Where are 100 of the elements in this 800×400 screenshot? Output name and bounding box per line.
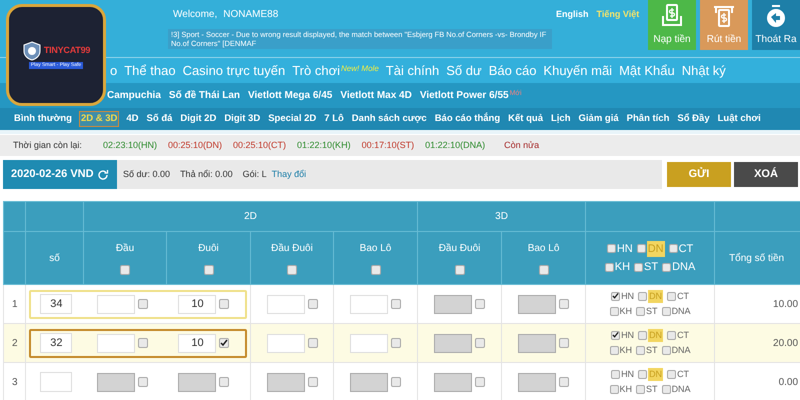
dollar-tray-icon [661, 4, 683, 28]
submit-button[interactable]: GỬI [667, 162, 731, 187]
game-tab[interactable]: Bình thường [13, 112, 73, 126]
checkbox[interactable] [611, 370, 620, 379]
checkbox[interactable] [667, 370, 676, 379]
more-link[interactable]: Còn nửa [504, 138, 540, 152]
game-tab[interactable]: Digit 2D [179, 112, 218, 126]
game-tab[interactable]: Special 2D [267, 112, 318, 126]
game-tab[interactable]: 7 Lô [323, 112, 345, 126]
lottery-link[interactable]: Campuchia [107, 88, 161, 103]
bet-row[interactable]: 3 HN DN CT KH ST DNA 0.00 [4, 362, 800, 400]
checkbox[interactable] [638, 370, 648, 379]
nav-link[interactable]: o [110, 60, 118, 80]
checkbox[interactable] [611, 330, 620, 340]
region-label: DN [648, 368, 664, 381]
checkbox[interactable] [636, 385, 646, 394]
checkbox[interactable] [611, 292, 620, 301]
checkbox[interactable] [610, 346, 619, 356]
nav-link[interactable]: Mật Khẩu [619, 60, 675, 80]
game-tab[interactable]: Báo cáo thắng [434, 112, 502, 126]
checkbox[interactable] [391, 299, 402, 309]
checkbox[interactable] [308, 338, 318, 348]
lottery-link[interactable]: Số đề Thái Lan [168, 88, 240, 103]
checkbox[interactable] [287, 265, 297, 275]
game-tab[interactable]: Luật chơi [716, 112, 762, 126]
dollar-slot-icon [713, 4, 735, 28]
nav-link[interactable]: Tài chính [386, 60, 440, 80]
game-tab[interactable]: Danh sách cược [350, 112, 428, 126]
checkbox[interactable] [662, 307, 671, 316]
nav-link[interactable]: Thể thao [124, 60, 176, 80]
number-field[interactable] [40, 372, 72, 392]
checkbox[interactable] [370, 265, 381, 275]
lottery-link[interactable]: Vietlott Power 6/55$^{Mới}$ [420, 88, 522, 103]
checkbox[interactable] [138, 338, 148, 348]
lottery-link[interactable]: Vietlott Max 4D [340, 88, 412, 103]
region-label: KH [620, 305, 632, 318]
nav-link[interactable]: Nhật ký [682, 60, 726, 80]
column-header: Đầu Đuôi [271, 242, 313, 256]
checkbox[interactable] [138, 299, 148, 309]
region-label: CT [678, 242, 694, 256]
game-tab[interactable]: Kết quả [507, 112, 544, 126]
bet-row[interactable]: 2 32 10 HN DN CT KH ST DNA 20.00 [4, 324, 800, 362]
checkbox[interactable] [120, 265, 130, 275]
game-tab[interactable]: Giảm giá [578, 112, 620, 126]
region-label: ST [646, 383, 658, 396]
checkbox[interactable] [610, 385, 619, 394]
game-tab[interactable]: 4D [125, 112, 140, 126]
nav-link[interactable]: Trò chơi$^{New! Mole}$ [292, 60, 379, 80]
checkbox[interactable] [204, 265, 214, 275]
logout-button[interactable]: Thoát Ra [752, 0, 800, 50]
number-field[interactable]: 32 [40, 333, 72, 353]
withdraw-button[interactable]: Rút tiền [700, 0, 748, 50]
checkbox[interactable] [634, 262, 644, 272]
game-tab[interactable]: Sổ Đầy [676, 112, 711, 126]
checkbox[interactable] [668, 244, 678, 254]
checkbox[interactable] [219, 299, 230, 309]
language-link[interactable]: English [556, 8, 589, 22]
checkbox[interactable] [662, 346, 671, 356]
group-header: 2D [84, 202, 418, 232]
nav-link[interactable]: Báo cáo [488, 60, 536, 80]
game-tab[interactable]: Số đá [146, 112, 174, 126]
checkbox[interactable] [638, 330, 648, 340]
checkbox[interactable] [604, 262, 614, 272]
amount-field[interactable]: 10 [178, 294, 216, 314]
checkbox[interactable] [636, 307, 646, 316]
region-label: ST [646, 305, 658, 318]
checkbox[interactable] [538, 265, 549, 275]
checkbox[interactable] [636, 244, 646, 254]
region-label: KH [620, 383, 632, 396]
nav-link[interactable]: Casino trực tuyến [182, 60, 286, 80]
checkbox[interactable] [667, 330, 676, 340]
region-label: DNA [672, 260, 696, 275]
checkbox[interactable] [662, 385, 671, 394]
checkbox[interactable] [606, 244, 616, 254]
region-label: ST [646, 344, 658, 357]
checkbox[interactable] [308, 299, 318, 309]
column-header: Đầu Đuôi [438, 242, 480, 256]
lottery-link[interactable]: Vietlott Mega 6/45 [248, 88, 332, 103]
clear-button[interactable]: XOÁ [734, 162, 798, 187]
deposit-button[interactable]: Nạp tiền [648, 0, 696, 50]
checkbox[interactable] [219, 338, 230, 348]
nav-link[interactable]: Số dư [446, 60, 482, 80]
game-tab[interactable]: Phân tích [626, 112, 670, 126]
package-text: Gói: L [242, 168, 267, 181]
checkbox[interactable] [667, 292, 676, 301]
checkbox[interactable] [636, 346, 646, 356]
game-tab[interactable]: Digit 3D [223, 112, 262, 126]
number-field[interactable]: 34 [40, 294, 72, 314]
game-tab[interactable]: 2D & 3D [78, 110, 120, 128]
amount-field[interactable]: 10 [178, 334, 216, 352]
checkbox[interactable] [662, 262, 672, 272]
nav-link[interactable]: Khuyến mãi [543, 60, 612, 80]
checkbox[interactable] [454, 265, 465, 275]
bet-row[interactable]: 1 34 10 HN DN CT KH ST DNA 10.00 [4, 284, 800, 324]
checkbox[interactable] [638, 292, 648, 301]
game-tab[interactable]: Lịch [550, 112, 572, 126]
change-link[interactable]: Thay đổi [272, 168, 306, 182]
checkbox[interactable] [391, 338, 402, 348]
checkbox[interactable] [610, 307, 619, 316]
refresh-icon[interactable] [97, 168, 109, 180]
